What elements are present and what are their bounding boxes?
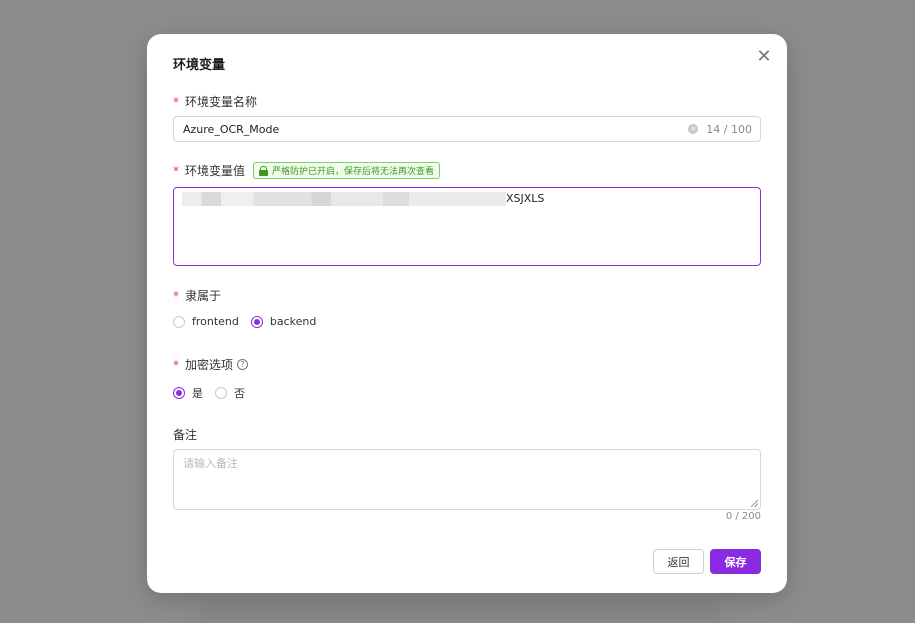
belongs-to-label: * 隶属于 <box>173 288 222 304</box>
help-icon[interactable]: ? <box>237 359 249 370</box>
value-suffix: XSJXLS <box>506 192 545 205</box>
required-mark: * <box>173 163 179 178</box>
name-counter: 14 / 100 <box>706 122 752 136</box>
close-icon[interactable]: ✕ <box>755 48 773 66</box>
radio-frontend[interactable]: frontend <box>173 315 239 328</box>
env-variable-dialog: ✕ 环境变量 * 环境变量名称 Azure_OCR_Mode × 14 / 10… <box>147 34 787 593</box>
lock-icon <box>259 165 269 176</box>
radio-yes[interactable]: 是 <box>173 385 203 401</box>
name-input-value: Azure_OCR_Mode <box>183 122 280 136</box>
radio-circle <box>215 387 227 399</box>
radio-backend[interactable]: backend <box>250 315 316 328</box>
radio-circle-selected <box>250 315 263 328</box>
remark-textarea[interactable]: 请输入备注 <box>173 449 761 510</box>
encryption-radio-group: 是 否 <box>173 385 257 401</box>
backdrop-shadow <box>200 600 720 623</box>
dialog-title: 环境变量 <box>173 58 226 73</box>
resize-handle[interactable] <box>751 500 758 507</box>
strict-protection-badge: 严格防护已开启，保存后将无法再次查看 <box>253 162 441 179</box>
remark-counter: 0 / 200 <box>725 511 761 522</box>
back-button[interactable]: 返回 <box>653 549 704 574</box>
value-label: * 环境变量值 严格防护已开启，保存后将无法再次查看 <box>173 162 441 179</box>
required-mark: * <box>173 94 179 109</box>
required-mark: * <box>173 357 179 372</box>
name-label: * 环境变量名称 <box>173 94 258 110</box>
radio-circle <box>173 315 185 328</box>
clear-icon[interactable]: × <box>688 124 699 134</box>
required-mark: * <box>173 288 179 303</box>
save-button[interactable]: 保存 <box>710 549 761 574</box>
radio-circle-selected <box>173 387 185 399</box>
remark-label: 备注 <box>173 428 198 442</box>
name-input[interactable]: Azure_OCR_Mode × 14 / 100 <box>173 116 761 142</box>
remark-placeholder: 请输入备注 <box>183 457 238 470</box>
encryption-label: * 加密选项 ? <box>173 356 249 373</box>
radio-no[interactable]: 否 <box>215 385 245 401</box>
belongs-to-radio-group: frontend backend <box>173 315 328 328</box>
value-textarea[interactable]: XSJXLS <box>173 187 761 266</box>
masked-value <box>182 192 506 206</box>
